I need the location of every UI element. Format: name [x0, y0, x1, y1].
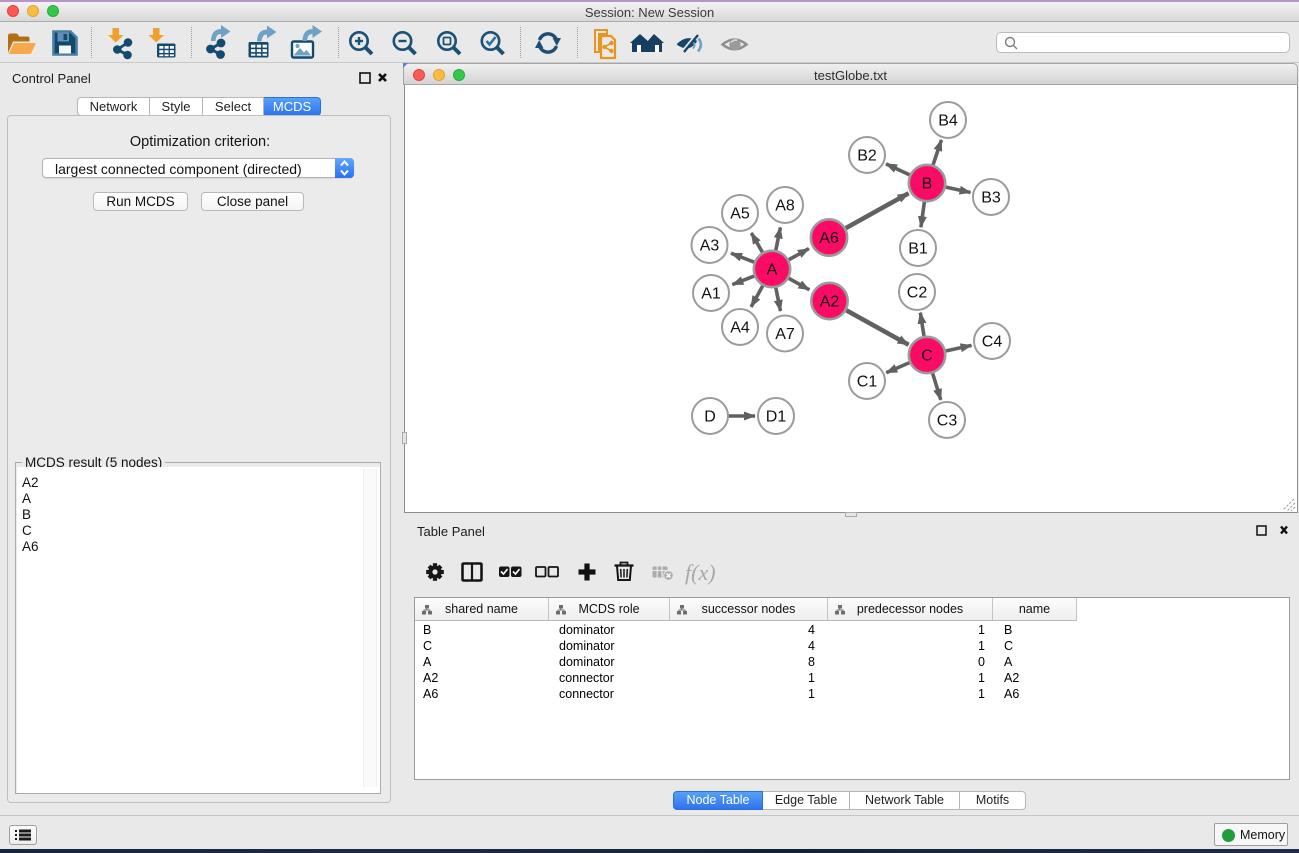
svg-text:B2: B2 [857, 148, 877, 165]
svg-text:A5: A5 [730, 206, 750, 223]
svg-text:B1: B1 [908, 241, 928, 258]
svg-text:A7: A7 [775, 326, 795, 343]
svg-text:A8: A8 [775, 198, 795, 215]
svg-text:D: D [704, 409, 716, 426]
svg-text:A1: A1 [701, 286, 721, 303]
svg-text:B4: B4 [938, 113, 958, 130]
svg-text:B3: B3 [981, 190, 1001, 207]
svg-text:A3: A3 [700, 238, 720, 255]
svg-text:B: B [922, 176, 933, 193]
svg-text:C3: C3 [937, 413, 958, 430]
svg-text:A6: A6 [819, 230, 839, 247]
svg-text:C2: C2 [907, 285, 928, 302]
svg-text:C1: C1 [857, 374, 878, 391]
svg-text:A: A [767, 262, 778, 279]
svg-text:C: C [921, 348, 933, 365]
svg-text:D1: D1 [766, 409, 787, 426]
svg-text:A2: A2 [820, 294, 840, 311]
svg-text:C4: C4 [982, 334, 1003, 351]
svg-text:f(x): f(x) [685, 560, 716, 585]
svg-text:A4: A4 [730, 320, 750, 337]
